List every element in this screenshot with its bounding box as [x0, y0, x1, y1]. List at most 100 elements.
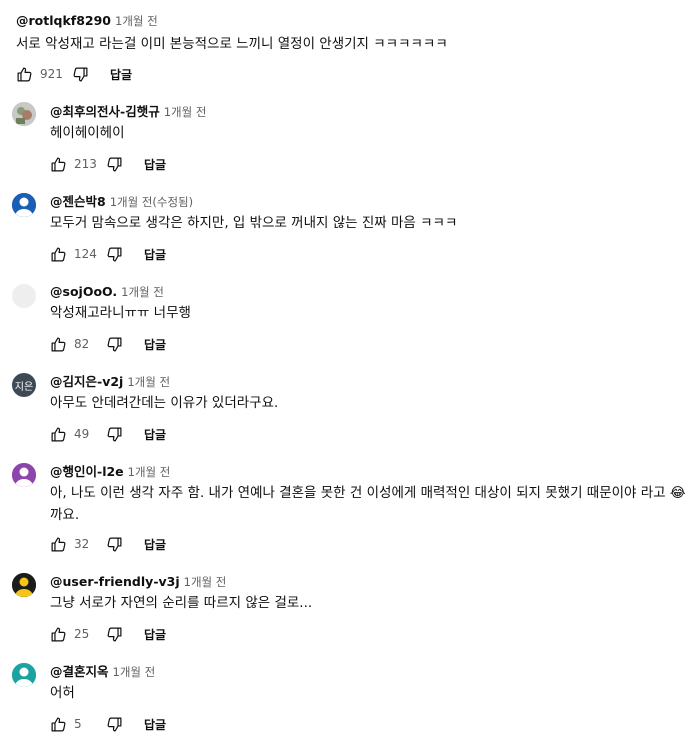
comment-time[interactable]: 1개월 전	[115, 14, 158, 28]
thumb-up-icon	[51, 537, 65, 551]
comment-time[interactable]: 1개월 전	[127, 375, 170, 389]
thumb-down-icon	[107, 157, 121, 171]
dislike-button[interactable]	[104, 534, 124, 554]
comment-time[interactable]: 1개월 전	[184, 575, 227, 589]
dislike-button[interactable]	[104, 624, 124, 644]
avatar-photo-icon	[12, 102, 36, 126]
thumb-up-icon	[17, 67, 31, 81]
comment-header: @rotlqkf8290 1개월 전	[16, 11, 158, 29]
thumb-up-icon	[51, 627, 65, 641]
avatar[interactable]	[12, 573, 36, 597]
like-button[interactable]	[48, 154, 68, 174]
like-count: 213	[74, 157, 97, 171]
comment-actions: 82 답글	[48, 334, 166, 354]
comment-author[interactable]: @행인이-l2e	[50, 464, 124, 479]
like-count: 25	[74, 627, 90, 641]
like-button[interactable]	[48, 334, 68, 354]
dislike-button[interactable]	[104, 334, 124, 354]
dislike-button[interactable]	[104, 244, 124, 264]
comment-text: 아무도 안데려간데는 이유가 있더라구요.	[50, 395, 279, 411]
like-count: 32	[74, 537, 90, 551]
like-button[interactable]	[48, 534, 68, 554]
person-icon	[12, 193, 36, 217]
thumb-down-icon	[107, 427, 121, 441]
like-button[interactable]	[14, 64, 34, 84]
comment-header: @젠슨박8 1개월 전(수정됨)	[50, 192, 193, 210]
comment-actions: 49 답글	[48, 424, 166, 444]
dislike-button[interactable]	[104, 154, 124, 174]
like-button[interactable]	[48, 714, 68, 734]
reply-button[interactable]: 답글	[144, 536, 166, 553]
comment-author[interactable]: @결혼지옥	[50, 664, 109, 679]
thumb-down-icon	[73, 67, 87, 81]
reply-button[interactable]: 답글	[144, 716, 166, 733]
dislike-button[interactable]	[104, 714, 124, 734]
comment-time[interactable]: 1개월 전	[128, 465, 171, 479]
reply-button[interactable]: 답글	[144, 336, 166, 353]
comment-time[interactable]: 1개월 전	[121, 285, 164, 299]
avatar[interactable]: 지은	[12, 373, 36, 397]
comments-section: @rotlqkf8290 1개월 전 서로 악성재고 라는걸 이미 본능적으로 느…	[0, 0, 698, 742]
comment-author[interactable]: @젠슨박8	[50, 194, 106, 209]
reply-button[interactable]: 답글	[144, 156, 166, 173]
reply-button[interactable]: 답글	[144, 426, 166, 443]
like-count: 921	[40, 67, 63, 81]
comment-actions: 25 답글	[48, 624, 166, 644]
comment-text: 어허	[50, 685, 75, 701]
comment-time[interactable]: 1개월 전(수정됨)	[110, 195, 193, 209]
comment-header: @결혼지옥 1개월 전	[50, 662, 155, 680]
person-icon	[12, 663, 36, 687]
comment-actions: 32 답글	[48, 534, 166, 554]
avatar[interactable]	[12, 284, 36, 308]
comment-time[interactable]: 1개월 전	[113, 665, 156, 679]
comment-author[interactable]: @user-friendly-v3j	[50, 574, 180, 589]
thumb-down-icon	[107, 717, 121, 731]
avatar[interactable]	[12, 193, 36, 217]
comment-text: 서로 악성재고 라는걸 이미 본능적으로 느끼니 열정이 안생기지 ㅋㅋㅋㅋㅋㅋ	[16, 36, 448, 52]
like-count: 5	[74, 717, 82, 731]
comment-actions: 5 답글	[48, 714, 166, 734]
thumb-up-icon	[51, 157, 65, 171]
comment-actions: 213 답글	[48, 154, 166, 174]
like-button[interactable]	[48, 624, 68, 644]
comment-text: 모두거 맘속으로 생각은 하지만, 입 밖으로 꺼내지 않는 진짜 마음 ㅋㅋㅋ	[50, 215, 458, 231]
person-icon	[12, 463, 36, 487]
thumb-up-icon	[51, 247, 65, 261]
thumb-up-icon	[51, 427, 65, 441]
comment-text: 헤이헤이헤이	[50, 125, 125, 141]
comment-header: @user-friendly-v3j 1개월 전	[50, 572, 226, 590]
thumb-down-icon	[107, 337, 121, 351]
comment-author[interactable]: @rotlqkf8290	[16, 13, 111, 28]
avatar[interactable]	[12, 102, 36, 126]
dislike-button[interactable]	[70, 64, 90, 84]
like-button[interactable]	[48, 244, 68, 264]
comment-text: 악성재고라니ㅠㅠ 너무행	[50, 305, 191, 321]
like-count: 82	[74, 337, 90, 351]
reply-button[interactable]: 답글	[110, 66, 132, 83]
like-count: 124	[74, 247, 97, 261]
comment-header: @김지은-v2j 1개월 전	[50, 372, 170, 390]
avatar[interactable]	[12, 663, 36, 687]
comment-time[interactable]: 1개월 전	[164, 105, 207, 119]
comment-author[interactable]: @sojOoO.	[50, 284, 117, 299]
comment-actions: 921 답글	[14, 64, 132, 84]
thumb-down-icon	[107, 537, 121, 551]
comment-author[interactable]: @최후의전사-김햇규	[50, 104, 160, 119]
thumb-down-icon	[107, 247, 121, 261]
comment-header: @행인이-l2e 1개월 전	[50, 462, 170, 480]
reply-button[interactable]: 답글	[144, 626, 166, 643]
like-count: 49	[74, 427, 90, 441]
like-button[interactable]	[48, 424, 68, 444]
person-icon	[12, 573, 36, 597]
thumb-up-icon	[51, 717, 65, 731]
comment-header: @최후의전사-김햇규 1개월 전	[50, 102, 206, 120]
comment-author[interactable]: @김지은-v2j	[50, 374, 123, 389]
comment-header: @sojOoO. 1개월 전	[50, 282, 164, 300]
avatar[interactable]	[12, 463, 36, 487]
avatar-initials: 지은	[14, 381, 34, 393]
thumb-down-icon	[107, 627, 121, 641]
comment-text: 아, 나도 이런 생각 자주 함. 내가 연예나 결혼을 못한 건 이성에게 매…	[50, 485, 686, 523]
thumb-up-icon	[51, 337, 65, 351]
reply-button[interactable]: 답글	[144, 246, 166, 263]
dislike-button[interactable]	[104, 424, 124, 444]
